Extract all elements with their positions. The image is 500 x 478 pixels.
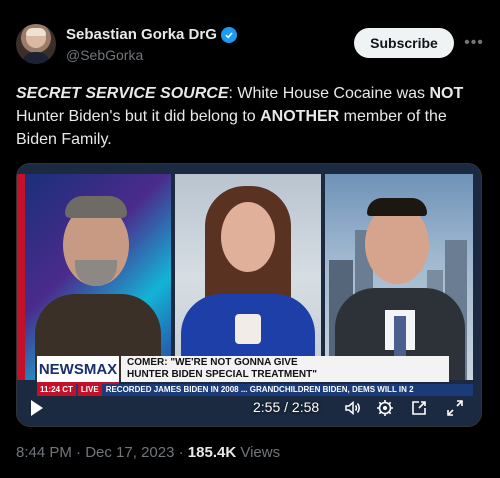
fullscreen-icon[interactable] [445, 398, 465, 418]
verified-badge-icon[interactable] [220, 27, 237, 43]
person-center-top [235, 314, 261, 344]
tweet-text-bold: NOT [429, 85, 464, 102]
avatar[interactable] [16, 24, 56, 64]
news-headline-line2: HUNTER BIDEN SPECIAL TREATMENT" [127, 369, 317, 380]
news-headline-line1: COMER: "WE'RE NOT GONNA GIVE [127, 357, 298, 368]
subscribe-button[interactable]: Subscribe [354, 28, 454, 58]
avatar-suit [22, 52, 50, 64]
frame-accent-stripe [17, 174, 25, 380]
author-display-name[interactable]: Sebastian Gorka DrG [66, 26, 217, 44]
video-timecode: 2:55 / 2:58 [253, 399, 320, 415]
video-panel-center [175, 174, 321, 380]
tweet-text-emphasis: SECRET SERVICE SOURCE [16, 85, 229, 102]
views-count[interactable]: 185.4K [188, 444, 236, 461]
person-center-head [221, 202, 275, 272]
tweet-text-bold: ANOTHER [260, 108, 340, 125]
views-label: Views [236, 444, 281, 461]
settings-gear-icon[interactable] [375, 398, 395, 418]
person-right-head [365, 204, 429, 284]
meta-separator: · [174, 444, 188, 461]
tweet-text-segment: : White House Cocaine was [228, 85, 430, 102]
picture-in-picture-icon[interactable] [409, 398, 429, 418]
news-lower-third: NEWSMAX COMER: "WE'RE NOT GONNA GIVE HUN… [25, 356, 473, 396]
person-right-tie [394, 316, 406, 360]
tweet-header: Sebastian Gorka DrG @SebGorka Subscribe … [16, 22, 484, 70]
video-panel-right [325, 174, 473, 380]
tweet-date[interactable]: Dec 17, 2023 [85, 444, 174, 461]
newsmax-logo: NEWSMAX [37, 356, 119, 385]
play-icon[interactable] [31, 400, 43, 416]
tweet-time[interactable]: 8:44 PM [16, 444, 72, 461]
person-left-hair [65, 196, 127, 218]
more-options-icon[interactable]: ••• [464, 34, 484, 52]
author-block: Sebastian Gorka DrG @SebGorka [66, 26, 237, 64]
author-name-row[interactable]: Sebastian Gorka DrG [66, 26, 237, 44]
avatar-hair [26, 28, 46, 36]
video-player[interactable]: NEWSMAX COMER: "WE'RE NOT GONNA GIVE HUN… [16, 163, 482, 427]
person-right-hair [367, 198, 427, 216]
volume-icon[interactable] [343, 398, 363, 418]
author-handle[interactable]: @SebGorka [66, 47, 237, 64]
video-controls: 2:55 / 2:58 [17, 394, 481, 422]
tweet-meta: 8:44 PM · Dec 17, 2023 · 185.4K Views [16, 444, 280, 461]
tweet-text-segment: Hunter Biden's but it did belong to [16, 108, 261, 125]
news-headline: COMER: "WE'RE NOT GONNA GIVE HUNTER BIDE… [121, 356, 449, 382]
video-panel-left [25, 174, 171, 380]
meta-separator: · [71, 444, 86, 461]
tweet-text: SECRET SERVICE SOURCE: White House Cocai… [16, 82, 484, 151]
